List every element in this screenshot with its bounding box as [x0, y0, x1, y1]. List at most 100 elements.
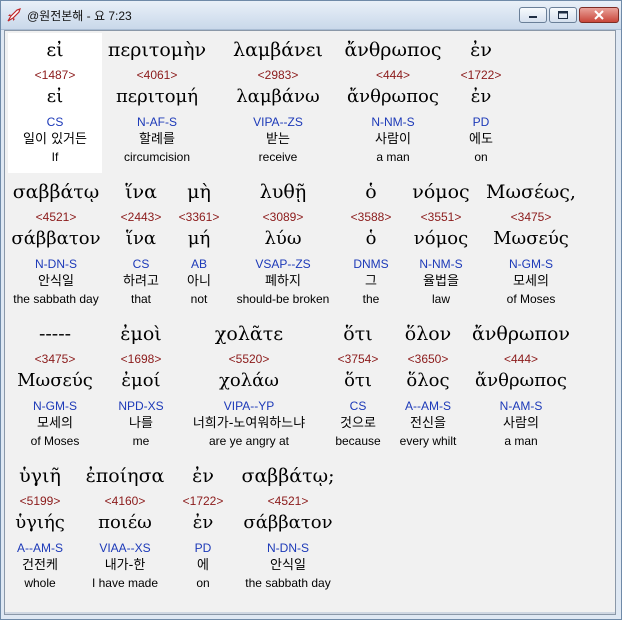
- lemma: Μωσεύς: [17, 370, 93, 391]
- word-cell[interactable]: ἄνθρωπος <444> ἄνθρωπος N-NM-S 사람이 a man: [341, 33, 445, 173]
- minimize-icon: [529, 16, 537, 18]
- parsing-code: N-DN-S: [35, 257, 77, 271]
- word-cell[interactable]: ἐν <1722> ἐν PD 에 on: [177, 459, 229, 599]
- korean-gloss: 에도: [469, 132, 493, 147]
- lemma: ἄνθρωπος: [347, 86, 439, 107]
- lemma: ποιέω: [98, 512, 152, 533]
- lemma: ὑγιής: [15, 512, 65, 533]
- word-cell[interactable]: χολᾶτε <5520> χολάω VIPA--YP 너희가-노여워하느냐 …: [177, 317, 321, 457]
- word-cell[interactable]: ὑγιῆ <5199> ὑγιής A--AM-S 건전케 whole: [7, 459, 73, 599]
- parsing-code: VIPA--ZS: [253, 115, 303, 129]
- english-gloss: the sabbath day: [245, 576, 331, 590]
- english-gloss: of Moses: [30, 434, 80, 448]
- english-gloss: on: [196, 576, 210, 590]
- parsing-code: N-NM-S: [419, 257, 463, 271]
- word-cell[interactable]: ἄνθρωπον <444> ἄνθρωπος N-AM-S 사람의 a man: [467, 317, 575, 457]
- lemma: ἐμοί: [121, 370, 161, 391]
- lemma: ὅτι: [344, 370, 372, 391]
- english-gloss: should-be broken: [236, 292, 330, 306]
- greek-word: ἄνθρωπος: [344, 39, 442, 61]
- word-cell[interactable]: λαμβάνει <2983> λαμβάνω VIPA--ZS 받는 rece…: [223, 33, 333, 173]
- greek-word: χολᾶτε: [214, 323, 284, 345]
- parsing-code: CS: [349, 399, 367, 413]
- greek-word: Μωσέως,: [486, 181, 576, 203]
- close-icon: [594, 10, 604, 20]
- word-cell[interactable]: νόμος <3551> νόμος N-NM-S 율법을 law: [403, 175, 479, 315]
- lemma: Μωσεύς: [493, 228, 569, 249]
- strongs-number: <3754>: [337, 352, 379, 366]
- parsing-code: VIAA--XS: [99, 541, 151, 555]
- strongs-number: <1722>: [460, 68, 502, 82]
- korean-gloss: 전신을: [410, 416, 446, 431]
- word-cell[interactable]: σαββάτῳ <4521> σάββατον N-DN-S 안식일 the s…: [7, 175, 105, 315]
- greek-word: εἰ: [46, 39, 64, 61]
- greek-word: ἄνθρωπον: [472, 323, 570, 345]
- strongs-number: <2443>: [120, 210, 162, 224]
- parsing-code: N-AM-S: [499, 399, 543, 413]
- korean-gloss: 에: [197, 558, 209, 573]
- lemma: σάββατον: [243, 512, 333, 533]
- parsing-code: N-AF-S: [137, 115, 177, 129]
- english-gloss: a man: [504, 434, 538, 448]
- word-cell[interactable]: λυθῇ <3089> λύω VSAP--ZS 폐하지 should-be b…: [229, 175, 337, 315]
- korean-gloss: 폐하지: [265, 274, 301, 289]
- minimize-button[interactable]: [519, 7, 547, 23]
- maximize-icon: [558, 11, 568, 19]
- word-cell[interactable]: Μωσέως, <3475> Μωσεύς N-GM-S 모세의 of Mose…: [481, 175, 581, 315]
- strongs-number: <1487>: [34, 68, 76, 82]
- greek-word: ἐποίησα: [85, 465, 165, 487]
- word-cell[interactable]: ὅλον <3650> ὅλος A--AM-S 전신을 every whilt: [391, 317, 465, 457]
- greek-word: -----: [38, 323, 72, 345]
- maximize-button[interactable]: [549, 7, 577, 23]
- lemma: ὅλος: [406, 370, 450, 391]
- word-cell[interactable]: ὁ <3588> ὁ DNMS 그 the: [341, 175, 401, 315]
- greek-word: μὴ: [187, 181, 211, 203]
- word-cell[interactable]: ἐν <1722> ἐν PD 에도 on: [453, 33, 509, 173]
- parsing-code: N-GM-S: [33, 399, 77, 413]
- greek-word: ἵνα: [125, 181, 157, 203]
- english-gloss: on: [474, 150, 488, 164]
- word-cell[interactable]: μὴ <3361> μή AB 아니 not: [173, 175, 225, 315]
- korean-gloss: 그: [365, 274, 377, 289]
- greek-word: ὑγιῆ: [19, 465, 61, 487]
- greek-word: νόμος: [412, 181, 470, 203]
- korean-gloss: 내가-한: [104, 558, 146, 573]
- strongs-number: <3650>: [407, 352, 449, 366]
- word-cell[interactable]: ἵνα <2443> ἵνα CS 하려고 that: [111, 175, 171, 315]
- close-button[interactable]: [579, 7, 619, 23]
- greek-word: ὅτι: [343, 323, 373, 345]
- word-cell[interactable]: ὅτι <3754> ὅτι CS 것으로 because: [327, 317, 389, 457]
- greek-word: λαμβάνει: [233, 39, 323, 61]
- strongs-number: <3475>: [510, 210, 552, 224]
- lemma: λύω: [264, 228, 302, 249]
- parsing-code: VIPA--YP: [223, 399, 275, 413]
- greek-word: ὁ: [365, 181, 377, 203]
- window-title: @원전본해 - 요 7:23: [27, 9, 132, 23]
- strongs-number: <2983>: [257, 68, 299, 82]
- korean-gloss: 건전케: [22, 558, 58, 573]
- english-gloss: are ye angry at: [208, 434, 290, 448]
- panel-bottom-border: [5, 612, 615, 614]
- strongs-number: <444>: [503, 352, 539, 366]
- word-cell[interactable]: ἐμοὶ <1698> ἐμοί NPD-XS 나를 me: [107, 317, 175, 457]
- word-cell-selected[interactable]: εἰ <1487> εἰ CS 일이 있거든 If: [8, 33, 102, 173]
- greek-word: λυθῇ: [259, 181, 307, 203]
- greek-word: ἐν: [470, 39, 492, 61]
- english-gloss: If: [51, 150, 59, 164]
- word-cell[interactable]: σαββάτῳ; <4521> σάββατον N-DN-S 안식일 the …: [235, 459, 341, 599]
- strongs-number: <4061>: [136, 68, 178, 82]
- title-bar[interactable]: @원전본해 - 요 7:23: [1, 1, 621, 30]
- word-cell[interactable]: ἐποίησα <4160> ποιέω VIAA--XS 내가-한 I hav…: [81, 459, 169, 599]
- english-gloss: circumcision: [123, 150, 190, 164]
- greek-word: ἐμοὶ: [120, 323, 162, 345]
- lemma: ἐν: [192, 512, 214, 533]
- greek-word: ὅλον: [404, 323, 452, 345]
- lemma: λαμβάνω: [236, 86, 320, 107]
- parsing-code: DNMS: [353, 257, 389, 271]
- word-cell[interactable]: περιτομὴν <4061> περιτομή N-AF-S 할례를 cir…: [102, 33, 212, 173]
- lemma: χολάω: [219, 370, 279, 391]
- english-gloss: of Moses: [506, 292, 556, 306]
- word-cell[interactable]: ----- <3475> Μωσεύς N-GM-S 모세의 of Moses: [7, 317, 103, 457]
- parsing-code: A--AM-S: [17, 541, 63, 555]
- korean-gloss: 모세의: [37, 416, 73, 431]
